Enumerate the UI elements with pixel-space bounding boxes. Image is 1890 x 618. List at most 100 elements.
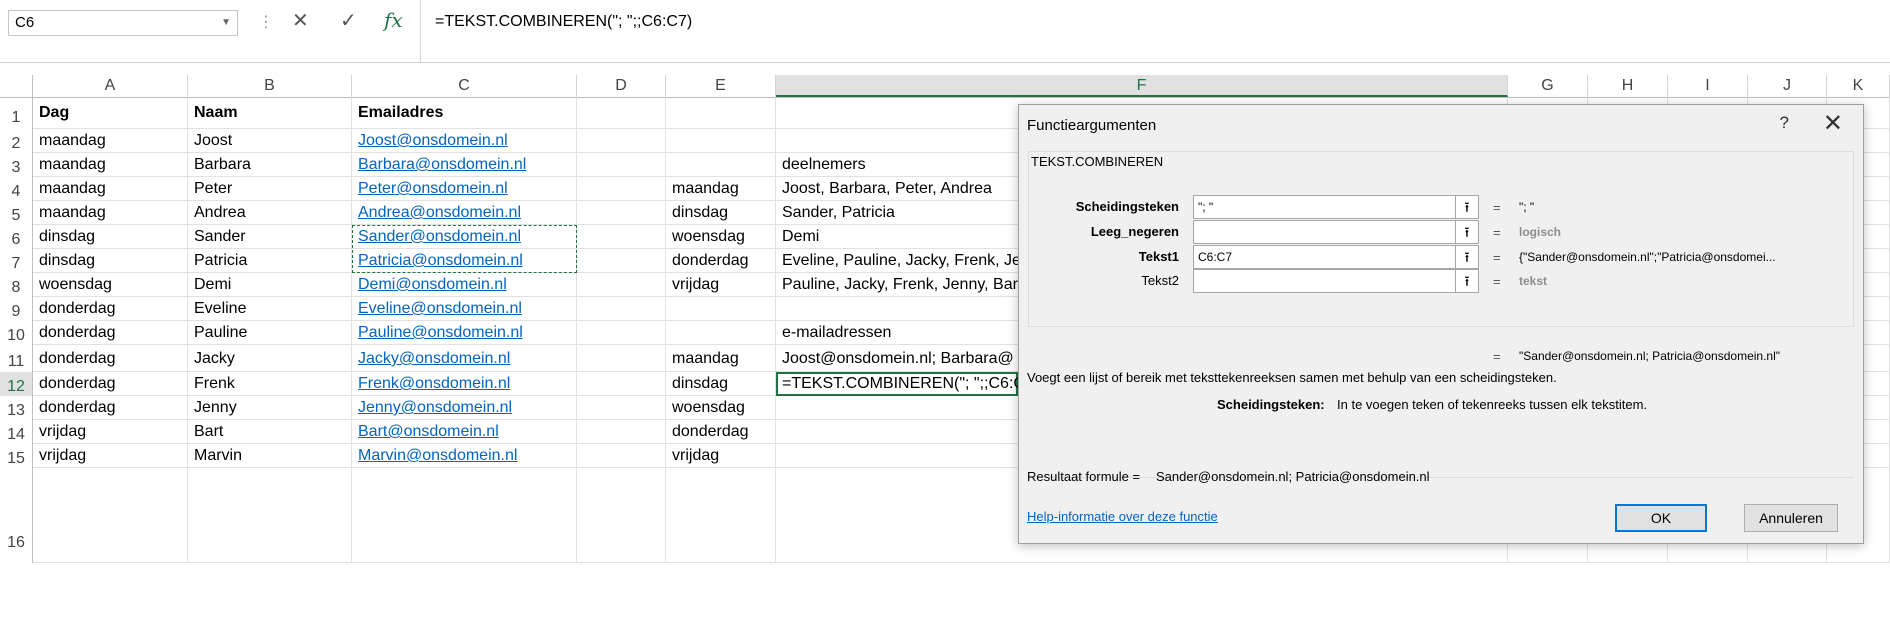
row-header-4[interactable]: 4 xyxy=(0,177,33,201)
cell-f3[interactable]: deelnemers xyxy=(776,153,866,177)
arg-input-tekst2[interactable] xyxy=(1193,269,1459,293)
row-header-14[interactable]: 14 xyxy=(0,420,33,444)
cell-a11[interactable]: donderdag xyxy=(33,345,116,372)
cell-b10[interactable]: Pauline xyxy=(188,321,247,345)
cell-c12[interactable]: Frenk@onsdomein.nl xyxy=(352,372,510,396)
cell-a8[interactable]: woensdag xyxy=(33,273,112,297)
cell-a13[interactable]: donderdag xyxy=(33,396,116,420)
row-header-15[interactable]: 15 xyxy=(0,444,33,468)
cell-a12[interactable]: donderdag xyxy=(33,372,116,396)
column-header-k[interactable]: K xyxy=(1827,75,1890,97)
row-header-13[interactable]: 13 xyxy=(0,396,33,420)
cell-c9[interactable]: Eveline@onsdomein.nl xyxy=(352,297,522,321)
column-header-h[interactable]: H xyxy=(1588,75,1668,97)
cell-b1[interactable]: Naam xyxy=(188,97,238,129)
column-header-b[interactable]: B xyxy=(188,75,352,97)
cell-e12[interactable]: dinsdag xyxy=(666,372,728,396)
name-box[interactable]: C6 ▼ xyxy=(8,10,238,36)
row-header-5[interactable]: 5 xyxy=(0,201,33,225)
cell-e8[interactable]: vrijdag xyxy=(666,273,719,297)
cell-e7[interactable]: donderdag xyxy=(666,249,749,273)
cell-b5[interactable]: Andrea xyxy=(188,201,246,225)
enter-icon[interactable]: ✓ xyxy=(340,8,357,33)
arg-input-tekst1[interactable]: C6:C7 xyxy=(1193,245,1459,269)
cell-e6[interactable]: woensdag xyxy=(666,225,745,249)
cell-a14[interactable]: vrijdag xyxy=(33,420,86,444)
cell-e13[interactable]: woensdag xyxy=(666,396,745,420)
cell-f4[interactable]: Joost, Barbara, Peter, Andrea xyxy=(776,177,992,201)
cell-b4[interactable]: Peter xyxy=(188,177,232,201)
insert-function-icon[interactable]: fx xyxy=(384,8,403,32)
cell-a7[interactable]: dinsdag xyxy=(33,249,95,273)
cell-b12[interactable]: Frenk xyxy=(188,372,235,396)
cell-c5[interactable]: Andrea@onsdomein.nl xyxy=(352,201,521,225)
cell-e14[interactable]: donderdag xyxy=(666,420,749,444)
formula-input[interactable]: =TEKST.COMBINEREN("; ";;C6:C7) xyxy=(420,0,1890,62)
cancel-button[interactable]: Annuleren xyxy=(1744,504,1838,532)
cell-b8[interactable]: Demi xyxy=(188,273,231,297)
column-header-g[interactable]: G xyxy=(1508,75,1588,97)
row-header-7[interactable]: 7 xyxy=(0,249,33,273)
select-all-corner[interactable] xyxy=(0,75,33,97)
row-header-12[interactable]: 12 xyxy=(0,372,33,396)
cell-f6[interactable]: Demi xyxy=(776,225,819,249)
cell-a3[interactable]: maandag xyxy=(33,153,106,177)
cell-f12[interactable]: =TEKST.COMBINEREN("; ";;C6:C7 xyxy=(776,372,1034,396)
cell-e4[interactable]: maandag xyxy=(666,177,739,201)
cell-c7[interactable]: Patricia@onsdomein.nl xyxy=(352,249,523,273)
row-header-1[interactable]: 1 xyxy=(0,97,33,129)
cell-a5[interactable]: maandag xyxy=(33,201,106,225)
cell-a10[interactable]: donderdag xyxy=(33,321,116,345)
cell-b7[interactable]: Patricia xyxy=(188,249,247,273)
cell-a4[interactable]: maandag xyxy=(33,177,106,201)
cell-f10[interactable]: e-mailadressen xyxy=(776,321,891,345)
cell-c6[interactable]: Sander@onsdomein.nl xyxy=(352,225,521,249)
help-link[interactable]: Help-informatie over deze functie xyxy=(1027,509,1218,524)
cell-e11[interactable]: maandag xyxy=(666,345,739,372)
ok-button[interactable]: OK xyxy=(1615,504,1707,532)
row-header-9[interactable]: 9 xyxy=(0,297,33,321)
cell-c10[interactable]: Pauline@onsdomein.nl xyxy=(352,321,523,345)
cell-b2[interactable]: Joost xyxy=(188,129,232,153)
row-header-6[interactable]: 6 xyxy=(0,225,33,249)
drag-handle-icon[interactable]: ⋮ xyxy=(258,12,274,32)
cell-b9[interactable]: Eveline xyxy=(188,297,246,321)
row-header-16[interactable]: 16 xyxy=(0,468,33,563)
cell-f11[interactable]: Joost@onsdomein.nl; Barbara@ xyxy=(776,345,1014,372)
row-header-8[interactable]: 8 xyxy=(0,273,33,297)
column-header-e[interactable]: E xyxy=(666,75,776,97)
cell-c2[interactable]: Joost@onsdomein.nl xyxy=(352,129,508,153)
column-header-f[interactable]: F xyxy=(776,75,1508,97)
cell-a9[interactable]: donderdag xyxy=(33,297,116,321)
cell-a6[interactable]: dinsdag xyxy=(33,225,95,249)
cell-a2[interactable]: maandag xyxy=(33,129,106,153)
cell-e5[interactable]: dinsdag xyxy=(666,201,728,225)
cell-f7[interactable]: Eveline, Pauline, Jacky, Frenk, Jen xyxy=(776,249,1030,273)
cell-c11[interactable]: Jacky@onsdomein.nl xyxy=(352,345,510,372)
collapse-dialog-icon[interactable]: ⭱ xyxy=(1455,245,1479,269)
arg-input-scheidingsteken[interactable]: "; " xyxy=(1193,195,1459,219)
collapse-dialog-icon[interactable]: ⭱ xyxy=(1455,269,1479,293)
row-header-3[interactable]: 3 xyxy=(0,153,33,177)
collapse-dialog-icon[interactable]: ⭱ xyxy=(1455,220,1479,244)
row-header-10[interactable]: 10 xyxy=(0,321,33,345)
cell-c3[interactable]: Barbara@onsdomein.nl xyxy=(352,153,526,177)
cell-b13[interactable]: Jenny xyxy=(188,396,237,420)
cell-b6[interactable]: Sander xyxy=(188,225,246,249)
cell-c1[interactable]: Emailadres xyxy=(352,97,443,129)
column-header-j[interactable]: J xyxy=(1748,75,1827,97)
cancel-icon[interactable]: ✕ xyxy=(292,8,309,33)
cell-c15[interactable]: Marvin@onsdomein.nl xyxy=(352,444,517,468)
cell-b14[interactable]: Bart xyxy=(188,420,223,444)
cell-e15[interactable]: vrijdag xyxy=(666,444,719,468)
cell-f5[interactable]: Sander, Patricia xyxy=(776,201,895,225)
arg-input-leeg-negeren[interactable] xyxy=(1193,220,1459,244)
column-header-d[interactable]: D xyxy=(577,75,666,97)
cell-b15[interactable]: Marvin xyxy=(188,444,242,468)
cell-b3[interactable]: Barbara xyxy=(188,153,251,177)
cell-a15[interactable]: vrijdag xyxy=(33,444,86,468)
cell-f8[interactable]: Pauline, Jacky, Frenk, Jenny, Bart xyxy=(776,273,1022,297)
column-header-i[interactable]: I xyxy=(1668,75,1748,97)
collapse-dialog-icon[interactable]: ⭱ xyxy=(1455,195,1479,219)
row-header-2[interactable]: 2 xyxy=(0,129,33,153)
